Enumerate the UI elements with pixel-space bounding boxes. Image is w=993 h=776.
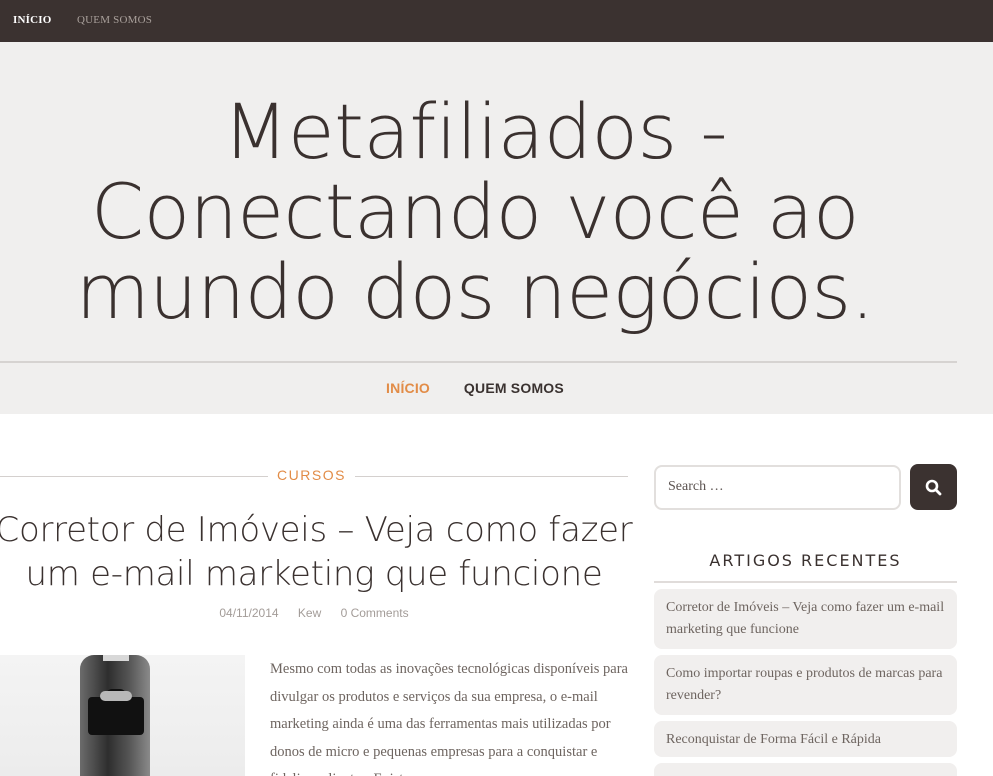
thumbnail-hands: [100, 691, 132, 701]
thumbnail-collar: [103, 655, 129, 661]
recent-post-item[interactable]: [654, 763, 957, 776]
search-button[interactable]: [910, 464, 957, 510]
recent-posts-title: ARTIGOS RECENTES: [709, 551, 902, 570]
post-author[interactable]: Kew: [298, 606, 321, 620]
recent-post-item[interactable]: Corretor de Imóveis – Veja como fazer um…: [654, 589, 957, 649]
post-comments-link[interactable]: 0 Comments: [341, 606, 409, 620]
category-divider-right: [355, 476, 628, 477]
recent-posts-divider: [654, 581, 957, 583]
header-divider: [0, 361, 957, 363]
site-title[interactable]: Metafiliados - Conectando você ao mundo …: [0, 92, 950, 332]
nav-link-quem-somos[interactable]: QUEM SOMOS: [464, 380, 564, 396]
post-meta: 04/11/2014 Kew 0 Comments: [0, 606, 628, 620]
post-title[interactable]: Corretor de Imóveis – Veja como fazer um…: [0, 508, 658, 596]
main-nav: INÍCIO QUEM SOMOS: [0, 380, 950, 396]
post-excerpt: Mesmo com todas as inovações tecnológica…: [270, 661, 628, 776]
thumbnail-briefcase: [88, 697, 144, 735]
recent-post-item[interactable]: Como importar roupas e produtos de marca…: [654, 655, 957, 715]
recent-post-item[interactable]: Reconquistar de Forma Fácil e Rápida: [654, 721, 957, 757]
post-thumbnail[interactable]: [0, 655, 245, 776]
search-icon: [925, 479, 942, 496]
nav-link-inicio[interactable]: INÍCIO: [386, 380, 430, 396]
topbar-link-quem-somos[interactable]: QUEM SOMOS: [77, 14, 152, 26]
site-header: Metafiliados - Conectando você ao mundo …: [0, 42, 993, 414]
post-category-link[interactable]: CURSOS: [268, 467, 355, 483]
post-category-row: CURSOS: [0, 466, 628, 486]
search-input[interactable]: [668, 479, 888, 495]
top-bar: INÍCIO QUEM SOMOS: [0, 0, 993, 42]
topbar-link-inicio[interactable]: INÍCIO: [13, 14, 52, 26]
post-date[interactable]: 04/11/2014: [219, 606, 278, 620]
search-field[interactable]: [654, 465, 901, 510]
category-divider-left: [0, 476, 268, 477]
